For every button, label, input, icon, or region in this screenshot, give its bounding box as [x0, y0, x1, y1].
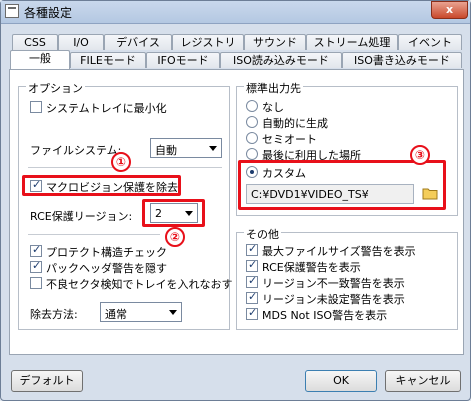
protect-check-label: プロテクト構造チェック — [46, 246, 167, 259]
radio-last-used[interactable] — [246, 148, 258, 160]
tab-registry[interactable]: レジストリ — [172, 34, 244, 50]
region-unset-checkbox[interactable] — [246, 290, 258, 304]
radio-custom[interactable] — [246, 166, 258, 178]
max-filesize-checkbox[interactable] — [246, 242, 258, 256]
window-icon — [5, 4, 19, 18]
other-legend: その他 — [244, 226, 281, 242]
annotation-1: ① — [111, 152, 131, 172]
radio-none[interactable] — [246, 100, 258, 112]
region-mismatch-label: リージョン不一致警告を表示 — [262, 277, 405, 290]
radio-auto-label: 自動的に生成 — [262, 117, 328, 130]
filesystem-value: 自動 — [155, 144, 177, 157]
rce-warning-label: RCE保護警告を表示 — [262, 261, 361, 274]
default-button[interactable]: デフォルト — [11, 370, 83, 392]
radio-auto[interactable] — [246, 116, 258, 128]
max-filesize-label: 最大ファイルサイズ警告を表示 — [262, 245, 416, 258]
output-path-field[interactable]: C:¥DVD1¥VIDEO_TS¥ — [246, 184, 414, 204]
close-button[interactable]: x — [431, 1, 468, 19]
rce-warning-checkbox[interactable] — [246, 258, 258, 272]
options-legend: オプション — [26, 80, 85, 96]
bad-sector-label: 不良セクタ検知でトレイを入れなおす — [46, 278, 233, 291]
output-path-value: C:¥DVD1¥VIDEO_TS¥ — [251, 188, 369, 201]
chevron-down-icon — [169, 310, 177, 315]
window-title: 各種設定 — [24, 6, 73, 20]
tab-general[interactable]: 一般 — [10, 50, 70, 69]
protect-check-checkbox[interactable] — [30, 243, 42, 257]
tab-sound[interactable]: サウンド — [244, 34, 306, 50]
annotation-3: ③ — [410, 145, 430, 165]
chevron-down-icon — [209, 146, 217, 151]
tab-io[interactable]: I/O — [58, 34, 104, 50]
tab-css[interactable]: CSS — [12, 34, 58, 50]
region-mismatch-checkbox[interactable] — [246, 274, 258, 288]
cancel-button[interactable]: キャンセル — [385, 370, 461, 392]
tab-iso-write[interactable]: ISO書き込みモード — [342, 52, 462, 68]
tab-event[interactable]: イベント — [398, 34, 462, 50]
mds-not-iso-checkbox[interactable] — [246, 306, 258, 320]
radio-none-label: なし — [262, 101, 284, 114]
macrovision-label: マクロビジョン保護を除去 — [46, 181, 178, 194]
output-legend: 標準出力先 — [244, 80, 303, 96]
tab-file-mode[interactable]: FILEモード — [70, 52, 146, 68]
tab-iso-read[interactable]: ISO読み込みモード — [220, 52, 342, 68]
region-unset-label: リージョン未設定警告を表示 — [262, 293, 405, 306]
hide-pack-checkbox[interactable] — [30, 259, 42, 273]
ok-button[interactable]: OK — [305, 370, 377, 392]
tab-stream[interactable]: ストリーム処理 — [306, 34, 398, 50]
radio-custom-label: カスタム — [262, 167, 306, 180]
removal-value: 通常 — [105, 308, 127, 321]
folder-icon[interactable] — [422, 187, 438, 200]
filesystem-label: ファイルシステム: — [30, 144, 122, 157]
macrovision-checkbox[interactable] — [30, 178, 42, 192]
filesystem-select[interactable]: 自動 — [150, 138, 222, 158]
minimize-tray-label: システムトレイに最小化 — [46, 102, 167, 115]
minimize-tray-checkbox[interactable] — [30, 101, 42, 113]
tab-ifo-mode[interactable]: IFOモード — [146, 52, 220, 68]
annotation-2: ② — [165, 227, 185, 247]
rce-value: 2 — [155, 207, 162, 220]
tab-device[interactable]: デバイス — [104, 34, 172, 50]
removal-label: 除去方法: — [30, 308, 78, 321]
radio-semiauto[interactable] — [246, 132, 258, 144]
chevron-down-icon — [185, 211, 193, 216]
radio-semiauto-label: セミオート — [262, 133, 317, 146]
rce-select[interactable]: 2 — [150, 203, 198, 223]
options-divider-2 — [28, 234, 160, 235]
hide-pack-label: パックヘッダ警告を隠す — [46, 262, 167, 275]
mds-not-iso-label: MDS Not ISO警告を表示 — [262, 309, 388, 322]
bad-sector-checkbox[interactable] — [30, 277, 42, 289]
rce-label: RCE保護リージョン: — [30, 210, 133, 223]
removal-select[interactable]: 通常 — [100, 302, 182, 322]
